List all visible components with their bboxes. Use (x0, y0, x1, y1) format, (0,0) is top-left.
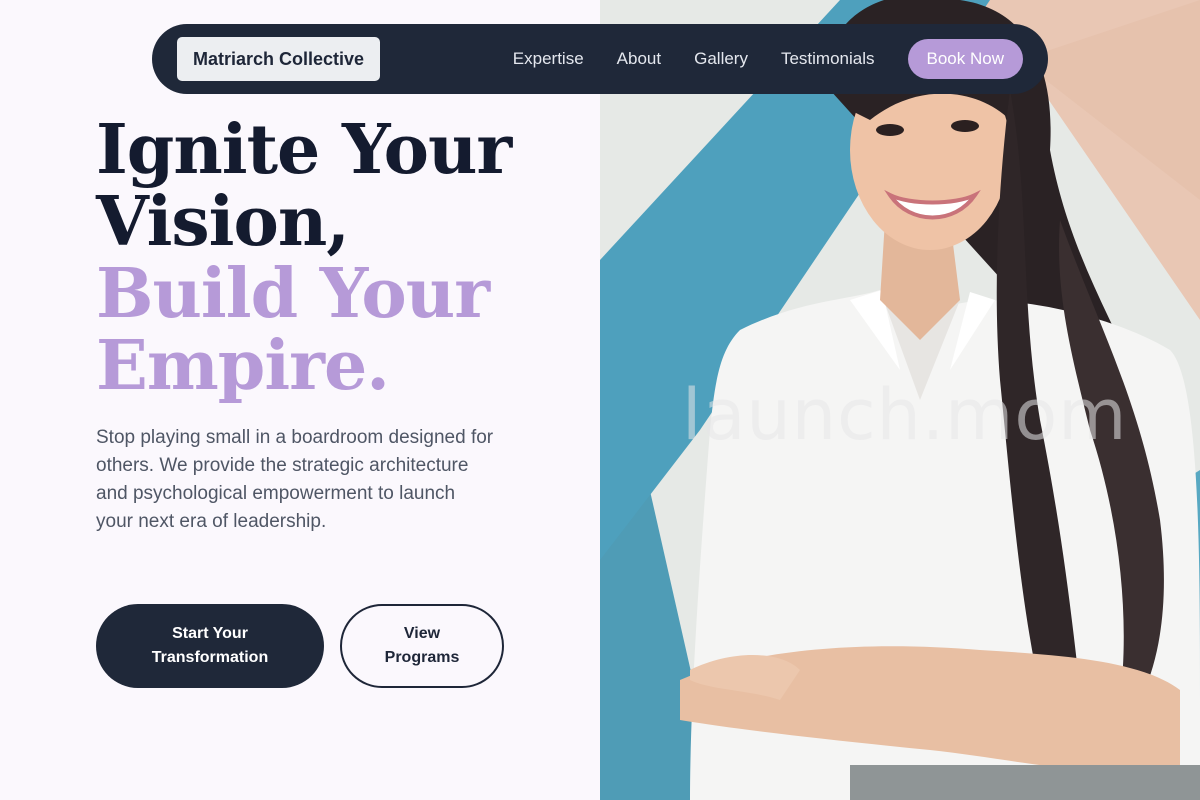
hero-photo: launch.mom (600, 0, 1200, 800)
view-programs-label-1: View (403, 625, 441, 642)
nav-link-testimonials[interactable]: Testimonials (781, 49, 875, 69)
hero-headline: Ignite Your Vision, Build Your Empire. (96, 114, 596, 402)
navbar: Matriarch Collective Expertise About Gal… (152, 24, 1048, 94)
book-now-button[interactable]: Book Now (907, 39, 1023, 79)
nav-link-about[interactable]: About (617, 49, 661, 69)
nav-links: Expertise About Gallery Testimonials Boo… (513, 39, 1023, 79)
start-transformation-button[interactable]: Start Your Transformation (96, 604, 324, 688)
nav-link-gallery[interactable]: Gallery (694, 49, 748, 69)
start-transformation-label-1: Start Your (172, 625, 248, 642)
nav-link-expertise[interactable]: Expertise (513, 49, 584, 69)
view-programs-label-2: Programs (384, 649, 460, 666)
brand-logo-button[interactable]: Matriarch Collective (177, 37, 381, 81)
headline-accent-line-1: Build Your (96, 254, 490, 334)
headline-line-1: Ignite Your (96, 110, 512, 190)
headline-accent-line-2: Empire. (96, 326, 390, 406)
headline-line-2: Vision, (96, 182, 350, 262)
hero-lead-paragraph: Stop playing small in a boardroom design… (96, 427, 494, 532)
view-programs-button[interactable]: View Programs (340, 604, 504, 688)
photo-watermark: launch.mom (682, 374, 1128, 456)
start-transformation-label-2: Transformation (151, 649, 269, 666)
